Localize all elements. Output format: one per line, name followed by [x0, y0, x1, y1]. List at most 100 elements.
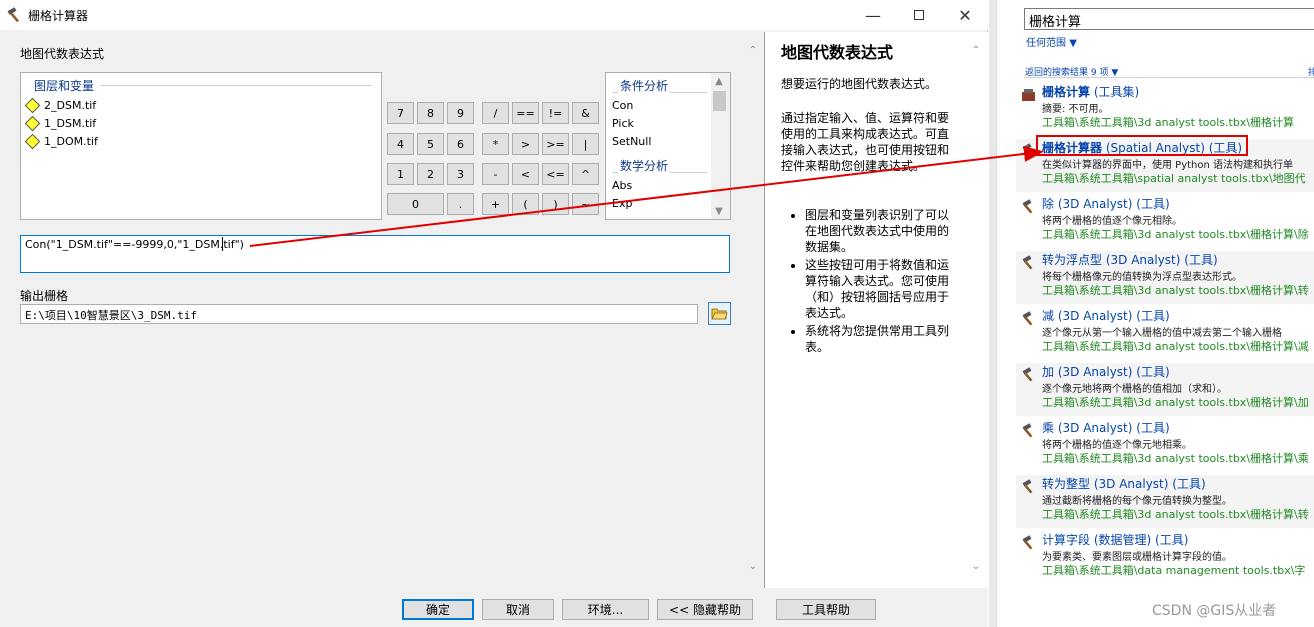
search-result-item[interactable]: 减 (3D Analyst) (工具) 逐个像元从第一个输入栅格的值中减去第二个输…: [1016, 307, 1314, 360]
tool-item[interactable]: Pick: [612, 117, 634, 130]
hammer-icon: [1022, 255, 1033, 270]
raster-layer-icon: [24, 115, 41, 131]
result-title[interactable]: 计算字段 (数据管理) (工具): [1042, 531, 1188, 548]
layers-divider: [100, 85, 372, 86]
calc-button-less-equal[interactable]: <=: [542, 163, 569, 185]
result-path[interactable]: 工具箱\系统工具箱\3d analyst tools.tbx\栅格计算\除: [1042, 226, 1309, 242]
output-label: 输出栅格: [20, 289, 69, 303]
tool-item[interactable]: SetNull: [612, 135, 651, 148]
chevron-down-icon[interactable]: ⌄: [745, 558, 761, 574]
calc-button-greater[interactable]: >: [512, 133, 539, 155]
raster-layer-icon: [24, 133, 41, 149]
calc-button-minus[interactable]: -: [482, 163, 509, 185]
close-button[interactable]: ✕: [942, 0, 988, 30]
calc-button-6[interactable]: 6: [447, 133, 474, 155]
calc-button-less[interactable]: <: [512, 163, 539, 185]
search-result-item[interactable]: 栅格计算 (工具集) 摘要: 不可用。 工具箱\系统工具箱\3d analyst t…: [1016, 83, 1314, 136]
result-title[interactable]: 乘 (3D Analyst) (工具): [1042, 419, 1170, 436]
calc-button-or[interactable]: |: [572, 133, 599, 155]
calc-button-8[interactable]: 8: [417, 102, 444, 124]
search-result-item[interactable]: 转为整型 (3D Analyst) (工具) 通过截断将栅格的每个像元值转换为整型…: [1016, 475, 1314, 528]
conditional-head: 条件分析: [618, 77, 671, 94]
search-result-item[interactable]: 加 (3D Analyst) (工具) 逐个像元地将两个栅格的值相加（求和）。 工具…: [1016, 363, 1314, 416]
search-result-item[interactable]: 除 (3D Analyst) (工具) 将两个栅格的值逐个像元相除。 工具箱\系统工…: [1016, 195, 1314, 248]
tools-scrollbar[interactable]: ▲ ▼: [711, 73, 730, 219]
result-path[interactable]: 工具箱\系统工具箱\3d analyst tools.tbx\栅格计算: [1042, 114, 1294, 130]
tool-item[interactable]: Exp: [612, 197, 632, 210]
calc-button-divide[interactable]: /: [482, 102, 509, 124]
tool-item[interactable]: Abs: [612, 179, 632, 192]
browse-button[interactable]: [708, 302, 731, 325]
result-description: 将每个栅格像元的值转换为浮点型表达形式。: [1042, 272, 1242, 283]
calc-button-dot[interactable]: .: [447, 193, 474, 215]
raster-layer-icon: [24, 97, 41, 113]
result-path[interactable]: 工具箱\系统工具箱\3d analyst tools.tbx\栅格计算\减: [1042, 338, 1309, 354]
screen: 栅格计算器 — ✕ 地图代数表达式 图层和变量 2_DSM.tif 1_DSM.…: [0, 0, 1314, 627]
chevron-up-icon[interactable]: ⌃: [968, 42, 984, 58]
calc-button-close-paren[interactable]: ): [542, 193, 569, 215]
result-name: 计算字段: [1042, 533, 1091, 547]
cancel-button[interactable]: 取消: [482, 599, 554, 620]
result-path[interactable]: 工具箱\系统工具箱\3d analyst tools.tbx\栅格计算\加: [1042, 394, 1309, 410]
calc-button-and[interactable]: &: [572, 102, 599, 124]
calc-button-2[interactable]: 2: [417, 163, 444, 185]
calc-button-plus[interactable]: +: [482, 193, 509, 215]
help-bullet: 图层和变量列表识别了可以在地图代数表达式中使用的数据集。: [805, 207, 960, 255]
search-result-item[interactable]: 计算字段 (数据管理) (工具) 为要素类、要素图层或栅格计算字段的值。 工具箱\系…: [1016, 531, 1314, 584]
result-description: 逐个像元地将两个栅格的值相加（求和）。: [1042, 384, 1227, 395]
maximize-button[interactable]: [896, 0, 942, 30]
output-raster-input[interactable]: E:\项目\10智慧景区\3_DSM.tif: [20, 304, 698, 324]
calc-button-1[interactable]: 1: [387, 163, 414, 185]
window-title: 栅格计算器: [28, 9, 89, 23]
hammer-icon: [1022, 367, 1033, 382]
result-path[interactable]: 工具箱\系统工具箱\3d analyst tools.tbx\栅格计算\转: [1042, 506, 1309, 522]
tool-item[interactable]: Con: [612, 99, 633, 112]
calc-button-7[interactable]: 7: [387, 102, 414, 124]
help-paragraph: 想要运行的地图代数表达式。: [781, 77, 938, 91]
result-title[interactable]: 转为浮点型 (3D Analyst) (工具): [1042, 251, 1218, 268]
calc-button-greater-equal[interactable]: >=: [542, 133, 569, 155]
help-scrollbar[interactable]: ⌃ ⌄: [968, 42, 984, 578]
layer-item[interactable]: 1_DSM.tif: [24, 114, 96, 132]
result-title[interactable]: 减 (3D Analyst) (工具): [1042, 307, 1170, 324]
calc-button-not-equal[interactable]: !=: [542, 102, 569, 124]
result-description: 摘要: 不可用。: [1042, 104, 1109, 115]
parameters-scrollbar[interactable]: ⌃ ⌄: [745, 42, 761, 578]
calc-button-4[interactable]: 4: [387, 133, 414, 155]
result-path[interactable]: 工具箱\系统工具箱\3d analyst tools.tbx\栅格计算\乘: [1042, 450, 1309, 466]
scroll-thumb[interactable]: [713, 91, 726, 111]
result-path[interactable]: 工具箱\系统工具箱\3d analyst tools.tbx\栅格计算\转: [1042, 282, 1309, 298]
result-title[interactable]: 除 (3D Analyst) (工具): [1042, 195, 1170, 212]
chevron-down-icon[interactable]: ▼: [711, 203, 727, 219]
chevron-up-icon[interactable]: ⌃: [745, 42, 761, 58]
calc-button-not[interactable]: ~: [572, 193, 599, 215]
calc-button-open-paren[interactable]: (: [512, 193, 539, 215]
minimize-button[interactable]: —: [850, 0, 896, 30]
result-title[interactable]: 转为整型 (3D Analyst) (工具): [1042, 475, 1206, 492]
environments-button[interactable]: 环境...: [562, 599, 649, 620]
search-result-item[interactable]: 转为浮点型 (3D Analyst) (工具) 将每个栅格像元的值转换为浮点型表达…: [1016, 251, 1314, 304]
calc-button-equal[interactable]: ==: [512, 102, 539, 124]
ok-button[interactable]: 确定: [402, 599, 474, 620]
tool-help-button[interactable]: 工具帮助: [776, 599, 876, 620]
result-type: (3D Analyst) (工具): [1090, 477, 1206, 491]
chevron-up-icon[interactable]: ▲: [711, 73, 727, 89]
result-path[interactable]: 工具箱\系统工具箱\data management tools.tbx\字: [1042, 562, 1305, 578]
calc-button-5[interactable]: 5: [417, 133, 444, 155]
calc-button-3[interactable]: 3: [447, 163, 474, 185]
calc-button-multiply[interactable]: *: [482, 133, 509, 155]
search-input[interactable]: 栅格计算: [1024, 8, 1314, 30]
calc-button-xor[interactable]: ^: [572, 163, 599, 185]
annotation-highlight-box: [1036, 135, 1248, 156]
calc-button-9[interactable]: 9: [447, 102, 474, 124]
search-scope-dropdown[interactable]: 任何范围 ▼: [1026, 34, 1077, 49]
layer-item[interactable]: 1_DOM.tif: [24, 132, 98, 150]
calc-button-0[interactable]: 0: [387, 193, 444, 215]
hide-help-button[interactable]: << 隐藏帮助: [657, 599, 753, 620]
search-result-item[interactable]: 乘 (3D Analyst) (工具) 将两个栅格的值逐个像元地相乘。 工具箱\系统…: [1016, 419, 1314, 472]
layer-item[interactable]: 2_DSM.tif: [24, 96, 96, 114]
chevron-down-icon[interactable]: ⌄: [968, 558, 984, 574]
result-title[interactable]: 栅格计算 (工具集): [1042, 83, 1139, 100]
result-title[interactable]: 加 (3D Analyst) (工具): [1042, 363, 1170, 380]
result-path[interactable]: 工具箱\系统工具箱\spatial analyst tools.tbx\地图代: [1042, 170, 1306, 186]
